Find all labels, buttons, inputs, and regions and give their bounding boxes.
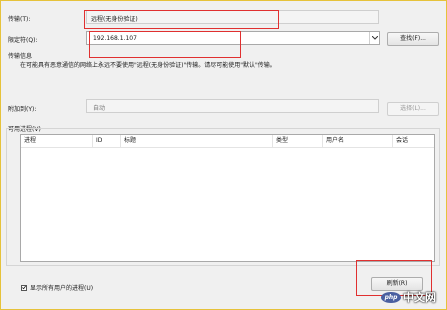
highlight-box-qualifier bbox=[89, 31, 241, 58]
checkmark-icon bbox=[22, 285, 26, 290]
qualifier-dropdown-button[interactable] bbox=[369, 32, 379, 44]
transport-label: 传输(T): bbox=[8, 16, 31, 23]
attach-to-label: 附加到(Y): bbox=[8, 106, 37, 113]
show-all-users-checkbox[interactable] bbox=[21, 284, 27, 291]
attach-to-value: 自动 bbox=[93, 105, 106, 112]
highlight-box-transport bbox=[84, 10, 279, 29]
column-header-type[interactable]: 类型 bbox=[273, 135, 323, 147]
watermark-site-text: 中文网 bbox=[403, 291, 436, 304]
attach-to-process-dialog: 传输(T): 远程(无身份验证) 限定符(Q): 192.168.1.107 查… bbox=[0, 0, 447, 310]
site-watermark: php 中文网 bbox=[381, 289, 436, 305]
php-logo: php bbox=[381, 291, 401, 303]
show-all-users-option[interactable]: 显示所有用户的进程(U) bbox=[21, 283, 93, 292]
process-list[interactable]: 进程 ID 标题 类型 用户名 会话 bbox=[20, 134, 435, 262]
transport-info-heading: 传输信息 bbox=[8, 53, 33, 60]
attach-to-field: 自动 bbox=[86, 99, 379, 113]
process-list-header: 进程 ID 标题 类型 用户名 会话 bbox=[21, 135, 434, 148]
column-header-username[interactable]: 用户名 bbox=[323, 135, 393, 147]
column-header-title[interactable]: 标题 bbox=[121, 135, 273, 147]
chevron-down-icon bbox=[371, 36, 378, 40]
show-all-users-label: 显示所有用户的进程(U) bbox=[30, 285, 94, 292]
transport-info-text: 在可能具有恶意通信的网络上永远不要使用"远程(无身份验证)"传输。请尽可能使用"… bbox=[20, 62, 276, 69]
column-header-session[interactable]: 会话 bbox=[393, 135, 436, 147]
select-button[interactable]: 选择(L)... bbox=[387, 102, 439, 116]
find-button[interactable]: 查找(F)... bbox=[387, 32, 439, 46]
qualifier-label: 限定符(Q): bbox=[8, 37, 38, 44]
column-header-process[interactable]: 进程 bbox=[21, 135, 93, 147]
column-header-id[interactable]: ID bbox=[93, 135, 121, 147]
